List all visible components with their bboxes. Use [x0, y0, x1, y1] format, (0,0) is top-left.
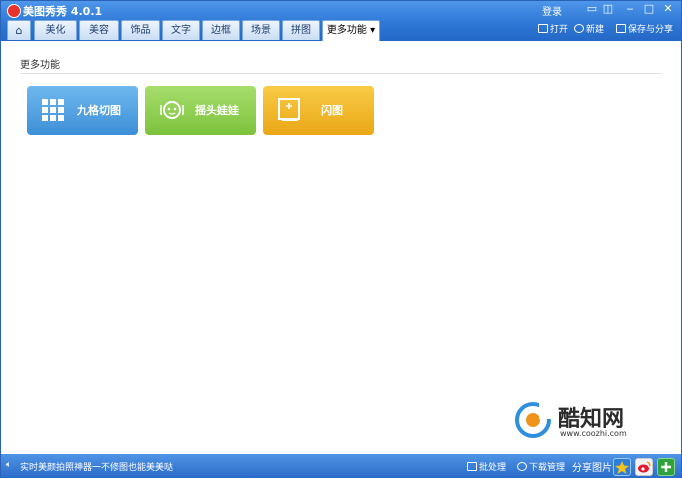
skin-icon[interactable]: ◫ [601, 3, 615, 15]
doll-icon [160, 101, 184, 119]
app-title: 美图秀秀 4.0.1 [23, 5, 103, 18]
app-window: 美图秀秀 4.0.1 登录 ▭ ◫ ‒ □ ✕ ⌂ 美化 美容 饰品 文字 边框… [0, 0, 682, 478]
maximize-button[interactable]: □ [642, 3, 656, 15]
new-label: 新建 [586, 25, 605, 35]
watermark-url: www.coozhi.com [560, 429, 627, 438]
tab-collage[interactable]: 拼图 [282, 20, 320, 40]
coozhi-logo-icon [515, 402, 552, 438]
title-bar: 美图秀秀 4.0.1 登录 ▭ ◫ ‒ □ ✕ ⌂ 美化 美容 饰品 文字 边框… [1, 1, 681, 41]
bobblehead-button[interactable]: 摇头娃娃 [145, 86, 256, 135]
message-icon[interactable]: ▭ [585, 3, 599, 15]
minimize-button[interactable]: ‒ [623, 3, 637, 15]
flash-frame-icon [278, 98, 300, 121]
plus-circle-icon [574, 24, 584, 33]
batch-button[interactable]: 批处理 [467, 460, 506, 473]
tab-accessories[interactable]: 饰品 [121, 20, 160, 40]
bobblehead-label: 摇头娃娃 [195, 104, 239, 117]
batch-icon [467, 462, 477, 471]
tab-home[interactable]: ⌂ [7, 20, 31, 40]
save-label: 保存与分享 [628, 25, 674, 35]
download-icon [517, 462, 527, 471]
nine-grid-button[interactable]: 九格切图 [27, 86, 138, 135]
grid-icon [42, 99, 64, 121]
nine-grid-label: 九格切图 [77, 104, 121, 117]
tab-border[interactable]: 边框 [202, 20, 240, 40]
add-share-button[interactable] [657, 458, 675, 476]
flash-image-button[interactable]: 闪图 [263, 86, 374, 135]
section-divider [20, 73, 662, 74]
download-label: 下载管理 [529, 463, 566, 473]
weibo-share-button[interactable] [635, 458, 653, 476]
share-label: 分享图片 [572, 463, 612, 474]
save-icon [616, 24, 626, 33]
flash-image-label: 闪图 [321, 104, 343, 117]
tab-text[interactable]: 文字 [162, 20, 200, 40]
speaker-icon[interactable]: 🔈︎ [6, 460, 11, 470]
open-label: 打开 [550, 25, 569, 35]
download-manager-button[interactable]: 下载管理 [517, 460, 565, 473]
home-icon: ⌂ [15, 24, 23, 37]
tab-more[interactable]: 更多功能 ▾ [322, 20, 380, 41]
app-logo-icon [7, 4, 21, 18]
plus-icon [661, 462, 671, 472]
tab-scene[interactable]: 场景 [242, 20, 280, 40]
weibo-icon [638, 461, 651, 473]
batch-label: 批处理 [479, 463, 507, 473]
tab-beauty[interactable]: 美容 [79, 20, 119, 40]
site-watermark: 酷知网 www.coozhi.com [510, 393, 658, 453]
login-link[interactable]: 登录 [542, 3, 562, 18]
star-icon [615, 461, 629, 474]
section-title: 更多功能 [20, 60, 60, 71]
close-button[interactable]: ✕ [661, 3, 675, 15]
new-button[interactable]: 新建 [574, 22, 604, 38]
open-button[interactable]: 打开 [538, 22, 568, 38]
status-message[interactable]: 实时美颜拍照神器一不修图也能美美哒 [20, 460, 173, 473]
save-share-button[interactable]: 保存与分享 [616, 22, 673, 38]
tab-beautify[interactable]: 美化 [34, 20, 77, 40]
status-bar: 🔈︎ 实时美颜拍照神器一不修图也能美美哒 批处理 下载管理 分享图片 [1, 454, 681, 478]
folder-icon [538, 24, 548, 33]
favorite-star-button[interactable] [613, 458, 631, 476]
